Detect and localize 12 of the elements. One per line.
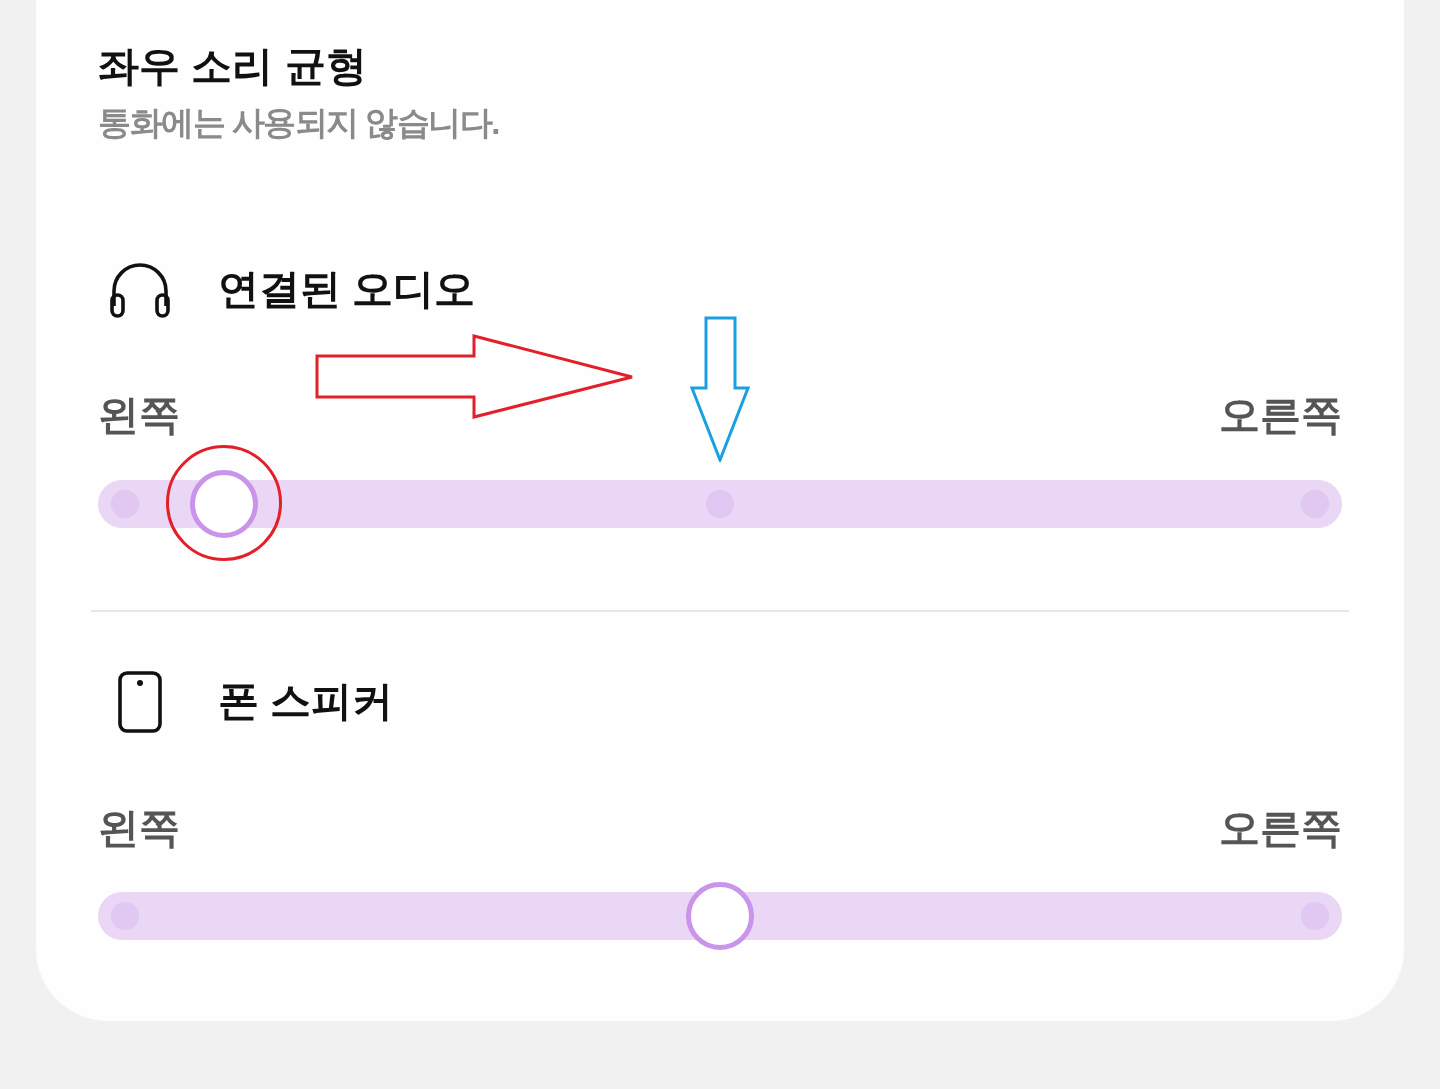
page-subtitle: 통화에는 사용되지 않습니다. [98,103,499,144]
device-name: 연결된 오디오 [218,264,476,314]
right-label: 오른쪽 [1219,391,1342,441]
left-label: 왼쪽 [98,391,180,441]
right-label: 오른쪽 [1219,803,1342,853]
headphones-icon [109,260,171,319]
balance-slider-track[interactable] [98,881,1342,950]
device-name: 폰 스피커 [218,677,394,727]
balance-slider-track[interactable] [98,469,1342,538]
page-title: 좌우 소리 균형 [98,42,367,91]
phone-icon [118,670,162,733]
left-label: 왼쪽 [98,803,180,853]
